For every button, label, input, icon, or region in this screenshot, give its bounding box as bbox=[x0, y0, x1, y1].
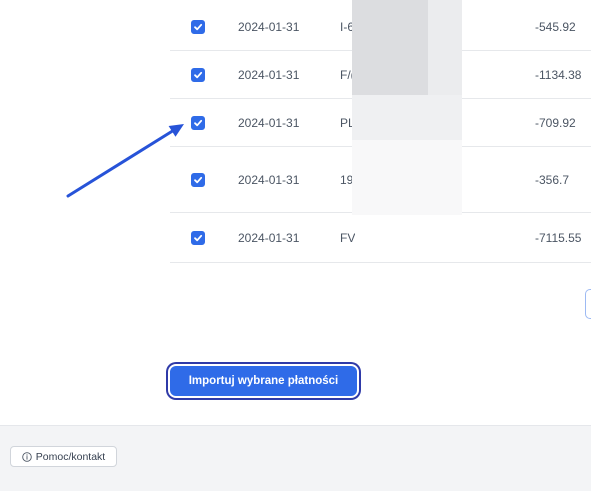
help-contact-label: Pomoc/kontakt bbox=[35, 450, 106, 463]
check-icon bbox=[194, 23, 203, 30]
row-checkbox[interactable] bbox=[191, 172, 205, 187]
row-checkbox[interactable] bbox=[191, 115, 205, 130]
import-selected-payments-button[interactable]: Importuj wybrane płatności bbox=[170, 366, 357, 396]
row-date: 2024-01-31 bbox=[238, 115, 300, 130]
row-amount: -709.92 bbox=[535, 115, 576, 130]
row-amount: -356.7 bbox=[535, 172, 570, 187]
footer: Pomoc/kontakt bbox=[0, 425, 591, 491]
row-amount: -545.92 bbox=[535, 19, 576, 34]
row-amount: -1134.38 bbox=[535, 67, 582, 82]
row-checkbox[interactable] bbox=[191, 230, 205, 245]
row-description: 19 bbox=[340, 172, 354, 187]
table-row: 2024-01-31 F/( -1134.38 bbox=[170, 51, 591, 99]
offscreen-button-edge[interactable] bbox=[585, 289, 591, 319]
row-description: FV bbox=[340, 230, 356, 245]
info-icon bbox=[22, 451, 32, 462]
row-checkbox[interactable] bbox=[191, 19, 205, 34]
table-row: 2024-01-31 I-6 -545.92 bbox=[170, 3, 591, 51]
row-date: 2024-01-31 bbox=[238, 172, 300, 187]
help-contact-button[interactable]: Pomoc/kontakt bbox=[10, 446, 117, 467]
check-icon bbox=[194, 176, 203, 183]
row-description: PL bbox=[340, 115, 355, 130]
annotation-arrow-shaft bbox=[66, 129, 174, 198]
check-icon bbox=[194, 119, 203, 126]
row-description: F/( bbox=[340, 67, 355, 82]
table-row: 2024-01-31 FV -7115.55 bbox=[170, 213, 591, 263]
check-icon bbox=[194, 71, 203, 78]
row-description: I-6 bbox=[340, 19, 355, 34]
table-row: 2024-01-31 PL -709.92 bbox=[170, 99, 591, 147]
row-date: 2024-01-31 bbox=[238, 230, 300, 245]
table-row: 2024-01-31 19 -356.7 bbox=[170, 147, 591, 213]
payments-table: 2024-01-31 I-6 -545.92 2024-01-31 F/( -1… bbox=[170, 0, 591, 263]
row-date: 2024-01-31 bbox=[238, 19, 300, 34]
row-date: 2024-01-31 bbox=[238, 67, 300, 82]
row-amount: -7115.55 bbox=[535, 230, 582, 245]
row-checkbox[interactable] bbox=[191, 67, 205, 82]
check-icon bbox=[194, 234, 203, 241]
